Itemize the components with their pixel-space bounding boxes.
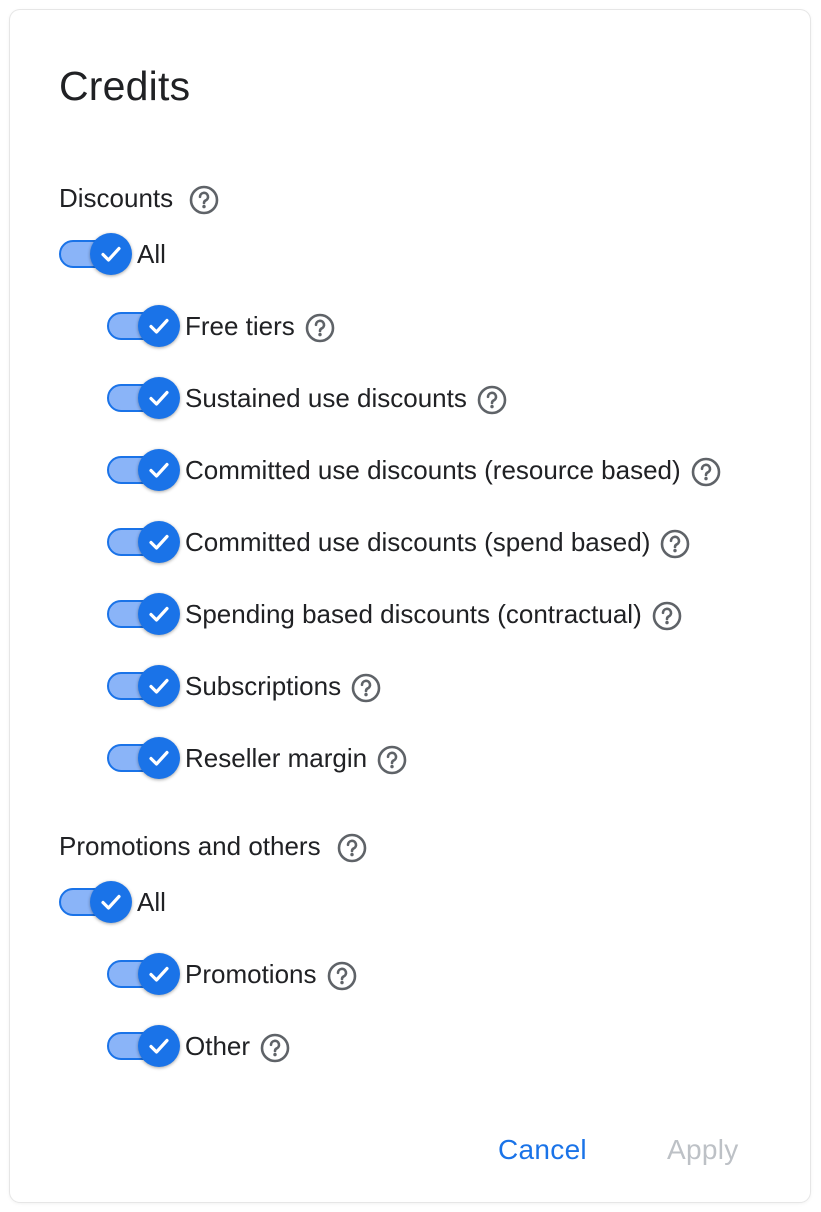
toggle-switch[interactable] bbox=[107, 373, 180, 423]
check-icon bbox=[101, 894, 121, 910]
help-icon[interactable] bbox=[477, 385, 507, 415]
toggle-switch[interactable] bbox=[59, 877, 132, 927]
toggle-switch[interactable] bbox=[107, 1021, 180, 1071]
toggle-row-reseller-margin[interactable]: Reseller margin bbox=[107, 733, 407, 783]
toggle-label: Reseller margin bbox=[185, 742, 368, 773]
section-heading-promotions: Promotions and others bbox=[59, 826, 366, 866]
check-icon bbox=[149, 318, 169, 334]
cancel-button[interactable]: Cancel bbox=[498, 1130, 587, 1170]
check-icon bbox=[149, 966, 169, 982]
toggle-thumb bbox=[138, 593, 180, 635]
toggle-thumb bbox=[90, 233, 132, 275]
toggle-row-spending-contractual[interactable]: Spending based discounts (contractual) bbox=[107, 589, 682, 639]
toggle-row-other[interactable]: Other bbox=[107, 1021, 290, 1071]
help-icon[interactable] bbox=[189, 185, 219, 215]
toggle-switch[interactable] bbox=[107, 661, 180, 711]
check-icon bbox=[149, 1038, 169, 1054]
check-icon bbox=[149, 606, 169, 622]
help-icon[interactable] bbox=[652, 601, 682, 631]
toggle-label: Sustained use discounts bbox=[185, 382, 467, 413]
toggle-row-free-tiers[interactable]: Free tiers bbox=[107, 301, 335, 351]
check-icon bbox=[149, 534, 169, 550]
toggle-label: Subscriptions bbox=[185, 670, 342, 701]
toggle-label: Committed use discounts (spend based) bbox=[185, 526, 651, 557]
toggle-thumb bbox=[138, 377, 180, 419]
help-icon[interactable] bbox=[337, 833, 366, 863]
toggle-thumb bbox=[138, 305, 180, 347]
toggle-thumb bbox=[138, 521, 180, 563]
toggle-thumb bbox=[138, 1025, 180, 1067]
toggle-thumb bbox=[138, 953, 180, 995]
toggle-row-committed-resource[interactable]: Committed use discounts (resource based) bbox=[107, 445, 720, 495]
help-icon[interactable] bbox=[691, 457, 720, 487]
toggle-row-sustained-use[interactable]: Sustained use discounts bbox=[107, 373, 507, 423]
section-heading-discounts: Discounts bbox=[59, 178, 219, 218]
toggle-row-promotions[interactable]: Promotions bbox=[107, 949, 356, 999]
help-icon[interactable] bbox=[351, 673, 381, 703]
section-heading-label: Discounts bbox=[59, 182, 174, 213]
credits-dialog: Credits Discounts All Free tiers Sustain… bbox=[10, 10, 810, 1202]
toggle-switch[interactable] bbox=[59, 229, 132, 279]
toggle-row-subscriptions[interactable]: Subscriptions bbox=[107, 661, 381, 711]
toggle-switch[interactable] bbox=[107, 589, 180, 639]
toggle-switch[interactable] bbox=[107, 517, 180, 567]
check-icon bbox=[149, 678, 169, 694]
toggle-switch[interactable] bbox=[107, 949, 180, 999]
help-icon[interactable] bbox=[327, 961, 356, 991]
section-heading-label: Promotions and others bbox=[59, 830, 321, 861]
help-icon[interactable] bbox=[260, 1033, 290, 1063]
help-icon[interactable] bbox=[305, 313, 335, 343]
toggle-row-discounts-all[interactable]: All bbox=[59, 229, 166, 279]
toggle-thumb bbox=[138, 449, 180, 491]
dialog-title: Credits bbox=[59, 63, 191, 109]
check-icon bbox=[101, 246, 121, 262]
toggle-label: Promotions bbox=[185, 958, 317, 989]
help-icon[interactable] bbox=[660, 529, 690, 559]
toggle-switch[interactable] bbox=[107, 733, 180, 783]
toggle-row-committed-spend[interactable]: Committed use discounts (spend based) bbox=[107, 517, 690, 567]
apply-button[interactable]: Apply bbox=[667, 1130, 739, 1170]
toggle-switch[interactable] bbox=[107, 301, 180, 351]
toggle-switch[interactable] bbox=[107, 445, 180, 495]
toggle-label: All bbox=[137, 238, 166, 269]
toggle-thumb bbox=[138, 665, 180, 707]
toggle-label: All bbox=[137, 886, 166, 917]
toggle-label: Other bbox=[185, 1030, 251, 1061]
toggle-label: Spending based discounts (contractual) bbox=[185, 598, 642, 629]
toggle-label: Committed use discounts (resource based) bbox=[185, 454, 681, 485]
check-icon bbox=[149, 462, 169, 478]
check-icon bbox=[149, 390, 169, 406]
toggle-thumb bbox=[90, 881, 132, 923]
toggle-label: Free tiers bbox=[185, 310, 295, 341]
toggle-thumb bbox=[138, 737, 180, 779]
help-icon[interactable] bbox=[377, 745, 407, 775]
toggle-row-promotions-all[interactable]: All bbox=[59, 877, 166, 927]
check-icon bbox=[149, 750, 169, 766]
